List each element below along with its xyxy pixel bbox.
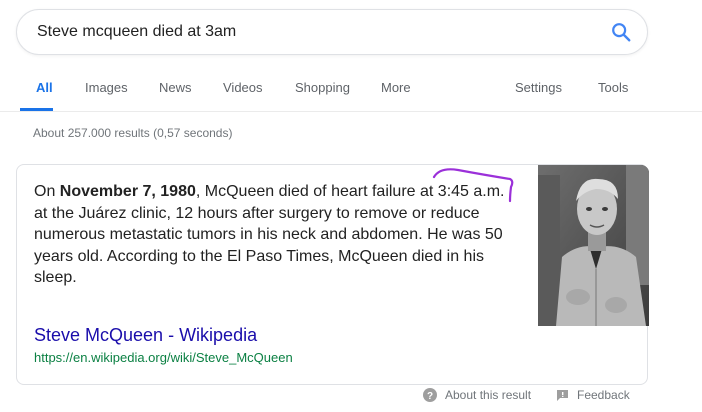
tab-tools[interactable]: Tools <box>598 80 628 96</box>
tab-news[interactable]: News <box>159 80 192 96</box>
search-icon <box>612 23 631 42</box>
result-stats: About 257.000 results (0,57 seconds) <box>33 126 233 140</box>
help-icon: ? <box>423 388 437 402</box>
snippet-date: November 7, 1980 <box>59 183 196 200</box>
search-input[interactable] <box>37 10 577 54</box>
result-title-link[interactable]: Steve McQueen - Wikipedia <box>34 325 257 346</box>
search-button[interactable] <box>609 20 633 44</box>
search-box <box>16 9 648 55</box>
about-this-result-label: About this result <box>445 388 532 402</box>
tab-videos[interactable]: Videos <box>223 80 263 96</box>
result-url[interactable]: https://en.wikipedia.org/wiki/Steve_McQu… <box>34 350 293 365</box>
feedback-link[interactable]: Feedback <box>556 388 630 402</box>
tab-more[interactable]: More <box>381 80 411 96</box>
tab-shopping[interactable]: Shopping <box>295 80 350 96</box>
portrait-image <box>538 165 649 326</box>
steve-mcqueen-photo[interactable] <box>538 165 649 326</box>
svg-text:?: ? <box>427 391 433 402</box>
search-tabs: All Images News Videos Shopping More Set… <box>0 72 702 112</box>
tab-images[interactable]: Images <box>85 80 128 96</box>
about-this-result[interactable]: ? About this result <box>423 388 531 402</box>
snippet-text-pre: On <box>34 183 60 200</box>
active-tab-indicator <box>20 108 53 111</box>
feedback-icon <box>557 389 568 401</box>
search-results-page: All Images News Videos Shopping More Set… <box>0 0 702 412</box>
tab-all[interactable]: All <box>36 80 53 96</box>
tab-settings[interactable]: Settings <box>515 80 562 96</box>
feedback-label: Feedback <box>577 388 630 402</box>
snippet-text: On November 7, 1980, McQueen died of hea… <box>34 181 522 289</box>
featured-snippet: On November 7, 1980, McQueen died of hea… <box>16 164 649 385</box>
